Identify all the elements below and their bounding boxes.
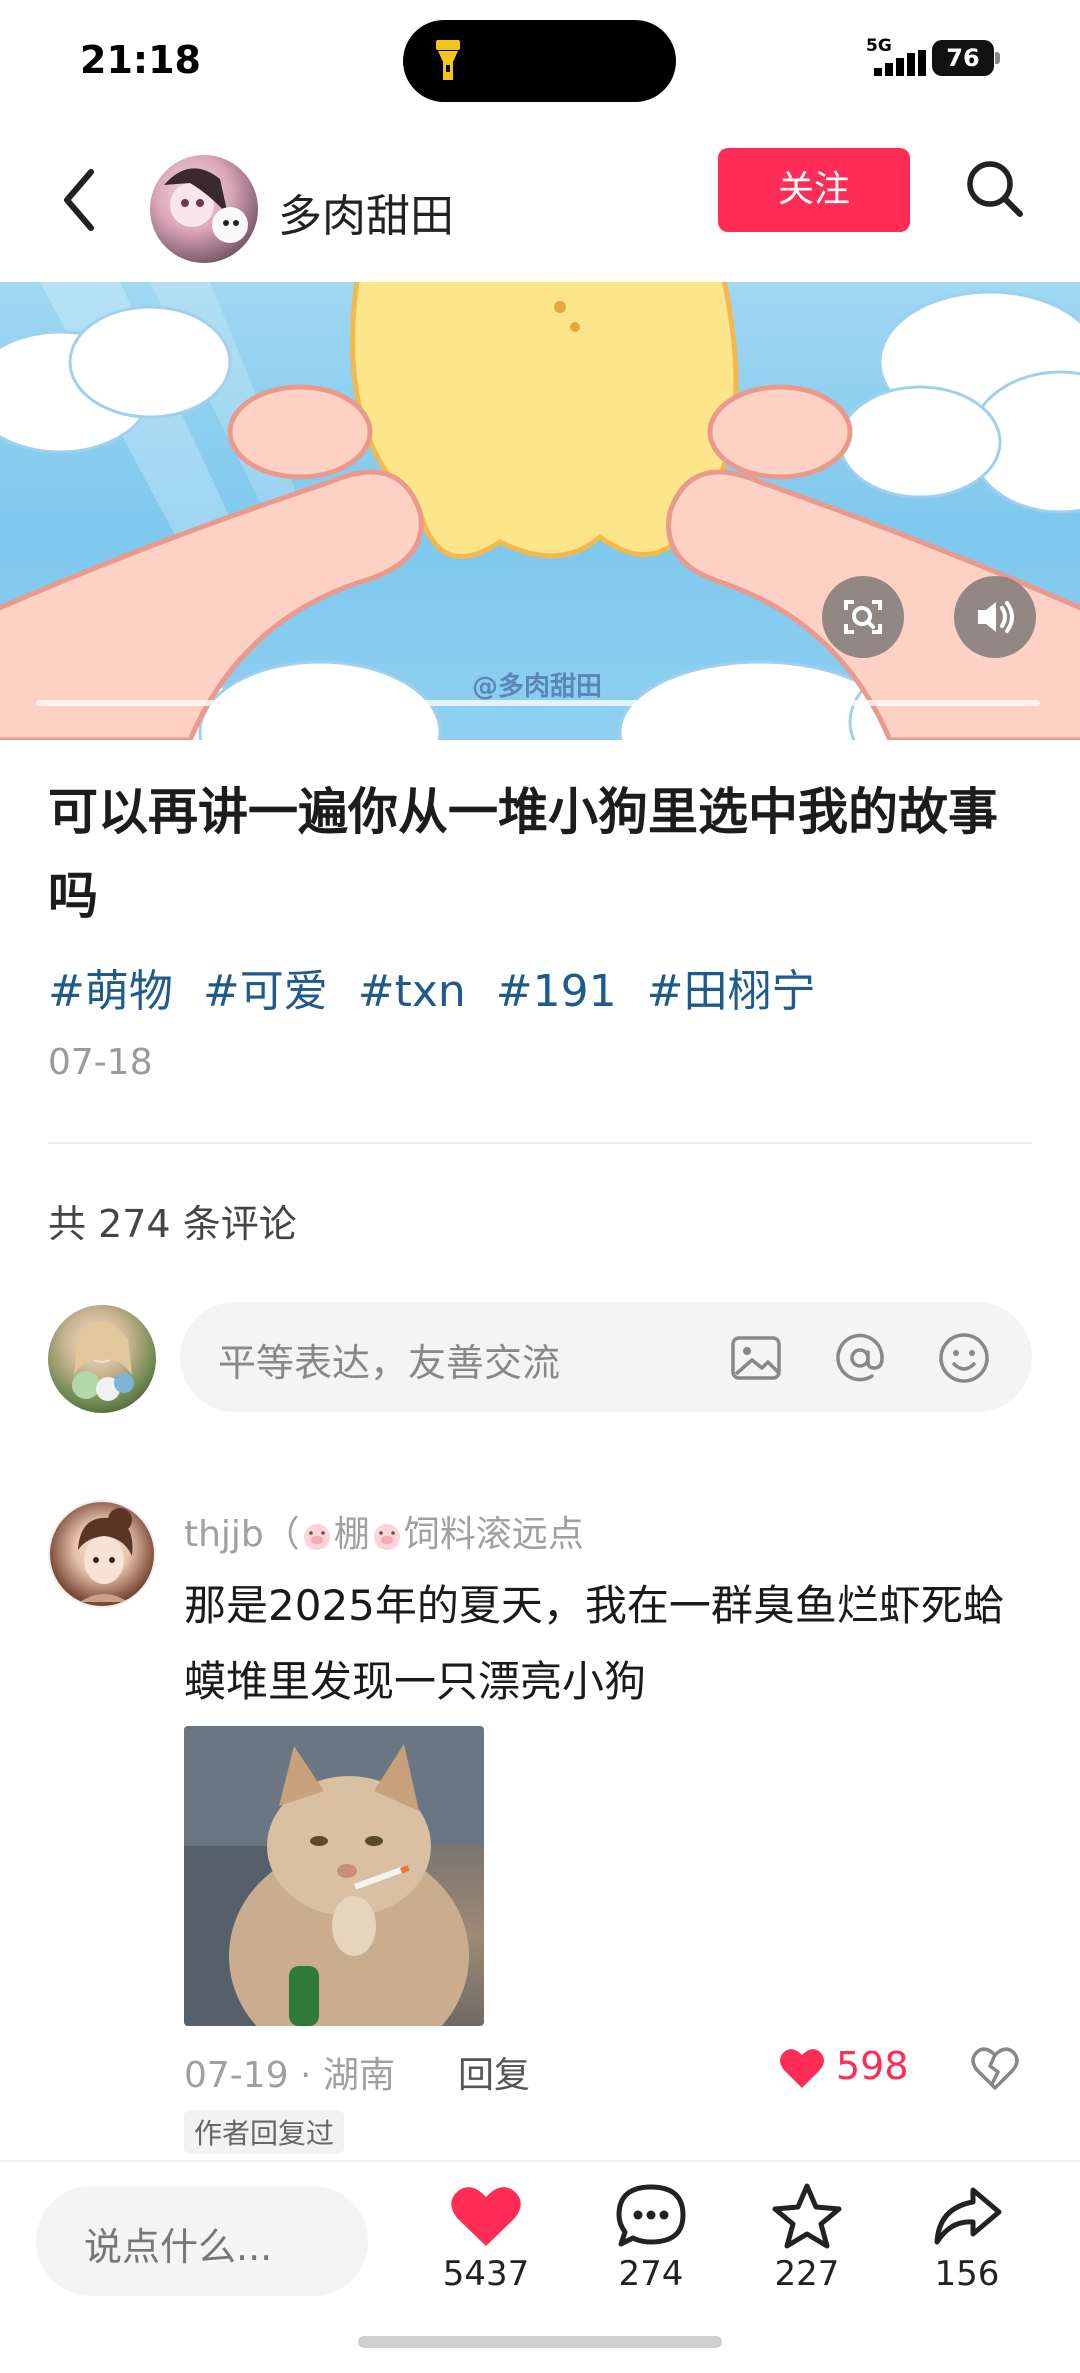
scan-search-icon [844, 600, 882, 634]
post-header: 多肉甜田 关注 [0, 130, 1080, 280]
comment-text: 那是2025年的夏天，我在一群臭鱼烂虾死蛤蟆堆里发现一只漂亮小狗 [184, 1581, 1005, 1706]
quick-comment-placeholder: 说点什么... [84, 2225, 273, 2269]
my-avatar-art [72, 1320, 134, 1401]
pig-emoji-icon [373, 1524, 400, 1550]
commenter-avatar-art [78, 1508, 133, 1602]
my-avatar [48, 1305, 156, 1413]
hashtag[interactable]: #txn [358, 966, 466, 1017]
author-avatar-art [164, 168, 248, 243]
comment-count-heading: 共 274 条评论 [48, 1202, 297, 1246]
comment-action[interactable]: 274 [586, 2182, 716, 2322]
like-action[interactable]: 5437 [421, 2182, 551, 2322]
hashtag[interactable]: #可爱 [203, 966, 328, 1017]
share-count: 156 [934, 2254, 1000, 2294]
battery-level: 76 [932, 40, 994, 76]
section-divider [48, 1142, 1032, 1144]
favorite-count: 227 [774, 2254, 840, 2294]
reply-button[interactable]: 回复 [458, 2046, 530, 2098]
cellular-signal: 5G [866, 36, 926, 78]
post-detail-screen: 21:18 5G 76 多肉甜田 关注 @多肉甜田 可以再讲一遍你从一堆小狗里选… [0, 0, 1080, 2373]
commenter-name[interactable]: thjjb（ 棚饲料滚远点 [184, 1505, 584, 1557]
share-action[interactable]: 156 [902, 2182, 1032, 2322]
broken-heart-icon[interactable] [970, 2044, 1020, 2092]
media-watermark: @多肉甜田 [472, 672, 603, 702]
mention-icon[interactable] [832, 1330, 888, 1386]
status-bar: 21:18 5G 76 [0, 0, 1080, 125]
battery-indicator: 76 [932, 40, 1002, 76]
back-arrow-icon[interactable] [55, 160, 105, 240]
comment-meta: 07-19 · 湖南 [184, 2055, 395, 2096]
heart-filled-icon[interactable] [778, 2046, 826, 2090]
hashtag[interactable]: #萌物 [48, 966, 173, 1017]
dynamic-island [403, 20, 676, 102]
comment-image[interactable] [184, 1726, 484, 2026]
favorite-action[interactable]: 227 [742, 2182, 872, 2322]
bottom-action-bar: 说点什么... 5437 274 227 156 [0, 2160, 1080, 2373]
media-progress-3 [712, 700, 1040, 706]
chat-bubble-icon [616, 2184, 686, 2247]
commenter-name-mid: 棚 [333, 1514, 370, 1555]
heart-filled-icon [451, 2187, 521, 2246]
follow-button[interactable]: 关注 [718, 148, 910, 232]
emoji-icon[interactable] [936, 1330, 992, 1386]
speaker-icon [978, 601, 1014, 633]
hashtag[interactable]: #191 [496, 966, 617, 1017]
post-title: 可以再讲一遍你从一堆小狗里选中我的故事吗 [48, 783, 998, 925]
image-picker-icon[interactable] [728, 1330, 784, 1386]
post-media-carousel[interactable]: @多肉甜田 [0, 282, 1080, 740]
comment-like-count: 598 [836, 2044, 909, 2088]
author-avatar[interactable] [150, 155, 258, 263]
comment-input[interactable]: 平等表达，友善交流 [180, 1302, 1032, 1412]
quick-comment-input[interactable]: 说点什么... [36, 2186, 368, 2296]
home-indicator [358, 2336, 722, 2348]
author-name[interactable]: 多肉甜田 [278, 180, 454, 244]
image-search-button[interactable] [822, 576, 904, 658]
pig-emoji-icon [303, 1524, 330, 1550]
author-replied-badge: 作者回复过 [184, 2110, 345, 2154]
comment-count: 274 [618, 2254, 684, 2294]
battery-tip [995, 52, 1000, 64]
flashlight-icon [436, 40, 460, 80]
commenter-avatar[interactable] [48, 1500, 156, 1608]
post-date: 07-18 [48, 1042, 153, 1083]
search-icon[interactable] [960, 150, 1030, 230]
commenter-name-suffix: 饲料滚远点 [403, 1514, 584, 1555]
signal-bars-icon [874, 50, 926, 76]
sound-toggle-button[interactable] [954, 576, 1036, 658]
like-count: 5437 [442, 2254, 530, 2294]
comment-input-placeholder: 平等表达，友善交流 [218, 1341, 561, 1385]
hashtag-list: #萌物 #可爱 #txn #191 #田栩宁 [48, 955, 832, 1019]
star-icon [772, 2183, 842, 2249]
share-arrow-icon [934, 2187, 1002, 2245]
commenter-name-prefix: thjjb（ [184, 1514, 300, 1555]
status-time: 21:18 [80, 38, 201, 82]
media-progress-1 [36, 700, 364, 706]
hashtag[interactable]: #田栩宁 [647, 966, 816, 1017]
cat-photo [184, 1726, 484, 2026]
